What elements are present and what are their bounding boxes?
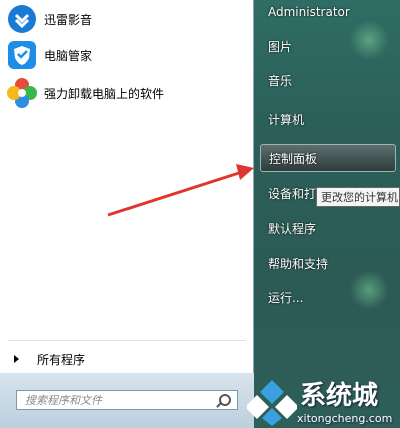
- watermark-url: xitongcheng.com: [297, 412, 393, 425]
- watermark-logo: [247, 380, 297, 426]
- red-arrow-annotation: [107, 164, 254, 217]
- watermark-brand: 系统城: [300, 381, 379, 411]
